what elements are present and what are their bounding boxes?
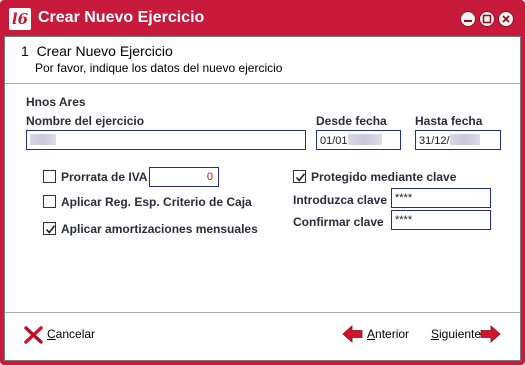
wizard-window: l6 Crear Nuevo Ejercicio 1 Crear Nuevo E… — [0, 0, 525, 365]
hasta-fecha-input[interactable]: 31/12/ — [415, 130, 501, 150]
maximize-button[interactable] — [479, 11, 495, 27]
checkmark-icon — [45, 225, 56, 234]
minimize-button[interactable] — [460, 11, 476, 27]
introduzca-clave-input[interactable]: **** — [391, 188, 491, 208]
header-divider — [5, 83, 520, 84]
cancel-button[interactable]: Cancelar — [23, 324, 103, 346]
redacted-text — [347, 134, 382, 145]
desde-fecha-input[interactable]: 01/01 — [316, 130, 401, 150]
protegido-checkbox[interactable] — [293, 170, 306, 183]
close-button[interactable] — [498, 11, 514, 27]
step-subtitle: Por favor, indique los datos del nuevo e… — [35, 61, 283, 75]
amortizaciones-checkbox[interactable] — [43, 222, 56, 235]
maximize-icon — [482, 14, 492, 24]
desde-fecha-label: Desde fecha — [316, 114, 387, 128]
nombre-ejercicio-label: Nombre del ejercicio — [26, 114, 145, 128]
confirmar-clave-label: Confirmar clave — [293, 215, 384, 229]
confirmar-clave-input[interactable]: **** — [391, 210, 491, 230]
close-icon — [502, 15, 510, 23]
title-bar[interactable]: l6 Crear Nuevo Ejercicio — [4, 0, 521, 36]
arrow-left-icon — [342, 325, 363, 343]
next-label: Siguiente — [431, 327, 482, 341]
prorrata-label: Prorrata de IVA — [61, 170, 148, 184]
footer-divider — [5, 312, 520, 313]
hasta-fecha-value: 31/12/ — [419, 135, 450, 147]
introduzca-clave-label: Introduzca clave — [293, 193, 388, 207]
minimize-icon — [464, 20, 472, 22]
next-button[interactable]: Siguiente — [431, 324, 511, 346]
prorrata-checkbox[interactable] — [43, 170, 56, 183]
cancel-label: Cancelar — [47, 327, 96, 341]
redacted-text — [449, 134, 480, 145]
app-logo-icon: l6 — [9, 8, 31, 30]
criterio-caja-checkbox[interactable] — [43, 195, 56, 208]
prorrata-input[interactable]: 0 — [149, 167, 219, 187]
wizard-header: 1 Crear Nuevo Ejercicio Por favor, indiq… — [5, 37, 520, 83]
desde-fecha-value: 01/01 — [320, 135, 348, 147]
arrow-right-icon — [480, 325, 501, 343]
step-title: 1 Crear Nuevo Ejercicio — [21, 43, 173, 59]
wizard-content: 1 Crear Nuevo Ejercicio Por favor, indiq… — [4, 36, 521, 361]
protegido-label: Protegido mediante clave — [311, 170, 457, 184]
hasta-fecha-label: Hasta fecha — [415, 114, 483, 128]
cancel-x-icon — [24, 326, 43, 344]
nombre-ejercicio-input[interactable] — [26, 130, 306, 150]
previous-button[interactable]: Anterior — [342, 324, 414, 346]
amortizaciones-label: Aplicar amortizaciones mensuales — [61, 222, 258, 236]
previous-label: Anterior — [367, 327, 410, 341]
company-name: Hnos Ares — [26, 95, 86, 109]
criterio-caja-label: Aplicar Reg. Esp. Criterio de Caja — [61, 195, 252, 209]
redacted-text — [30, 134, 56, 145]
checkmark-icon — [295, 173, 306, 182]
window-title: Crear Nuevo Ejercicio — [38, 9, 205, 26]
